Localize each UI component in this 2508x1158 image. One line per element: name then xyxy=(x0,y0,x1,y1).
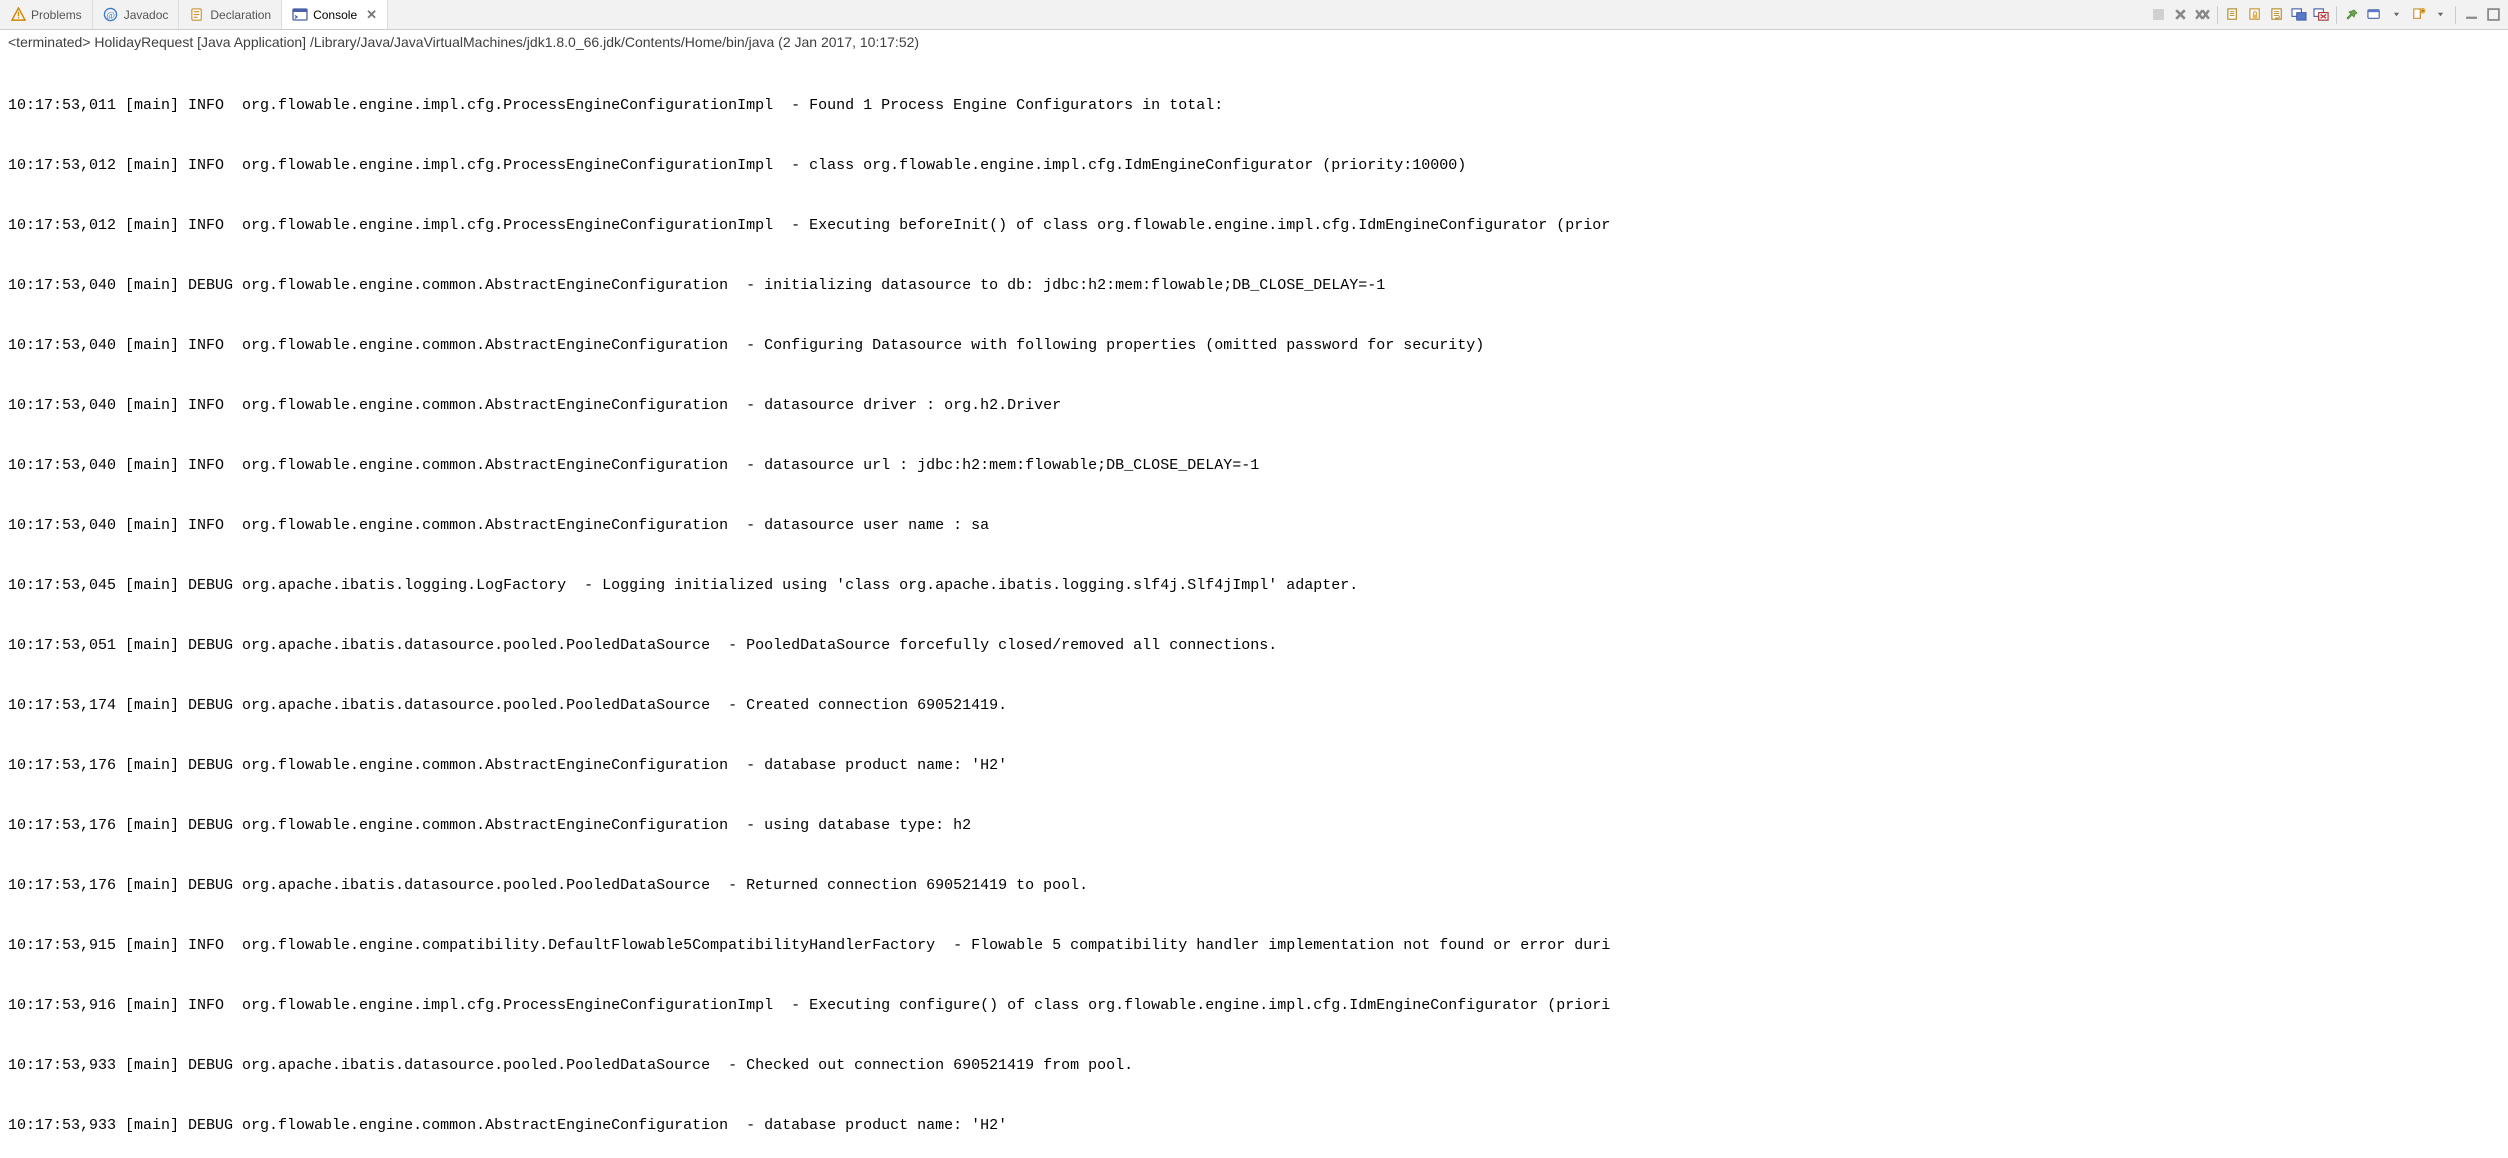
show-on-output-button[interactable] xyxy=(2290,6,2308,24)
log-line: 10:17:53,012 [main] INFO org.flowable.en… xyxy=(8,156,2500,176)
tab-problems[interactable]: Problems xyxy=(0,0,93,29)
log-line: 10:17:53,916 [main] INFO org.flowable.en… xyxy=(8,996,2500,1016)
tab-label: Javadoc xyxy=(124,8,169,22)
toolbar-separator xyxy=(2455,6,2456,24)
minimize-view-button[interactable] xyxy=(2462,6,2480,24)
log-line: 10:17:53,012 [main] INFO org.flowable.en… xyxy=(8,216,2500,236)
log-line: 10:17:53,933 [main] DEBUG org.apache.iba… xyxy=(8,1056,2500,1076)
console-output[interactable]: 10:17:53,011 [main] INFO org.flowable.en… xyxy=(0,54,2508,1158)
launch-status-line: <terminated> HolidayRequest [Java Applic… xyxy=(0,30,2508,54)
log-line: 10:17:53,176 [main] DEBUG org.flowable.e… xyxy=(8,756,2500,776)
maximize-view-button[interactable] xyxy=(2484,6,2502,24)
log-line: 10:17:53,011 [main] INFO org.flowable.en… xyxy=(8,96,2500,116)
log-line: 10:17:53,040 [main] INFO org.flowable.en… xyxy=(8,336,2500,356)
tab-javadoc[interactable]: @ Javadoc xyxy=(93,0,180,29)
svg-text:@: @ xyxy=(106,11,115,21)
log-line: 10:17:53,040 [main] DEBUG org.flowable.e… xyxy=(8,276,2500,296)
pin-console-button[interactable] xyxy=(2343,6,2361,24)
view-tab-bar: Problems @ Javadoc Declaration Console ✕ xyxy=(0,0,2508,30)
terminate-button[interactable] xyxy=(2149,6,2167,24)
tab-label: Problems xyxy=(31,8,82,22)
view-tabs: Problems @ Javadoc Declaration Console ✕ xyxy=(0,0,388,29)
remove-all-launches-button[interactable] xyxy=(2193,6,2211,24)
javadoc-icon: @ xyxy=(103,7,119,23)
console-toolbar xyxy=(2149,0,2502,29)
remove-launch-button[interactable] xyxy=(2171,6,2189,24)
toolbar-separator xyxy=(2336,6,2337,24)
display-console-dropdown[interactable] xyxy=(2387,6,2405,24)
word-wrap-button[interactable] xyxy=(2268,6,2286,24)
clear-console-button[interactable] xyxy=(2224,6,2242,24)
log-line: 10:17:53,176 [main] DEBUG org.apache.iba… xyxy=(8,876,2500,896)
tab-label: Declaration xyxy=(210,8,271,22)
tab-console[interactable]: Console ✕ xyxy=(282,0,388,29)
log-line: 10:17:53,176 [main] DEBUG org.flowable.e… xyxy=(8,816,2500,836)
open-console-button[interactable] xyxy=(2409,6,2427,24)
console-icon xyxy=(292,7,308,23)
log-line: 10:17:53,040 [main] INFO org.flowable.en… xyxy=(8,456,2500,476)
log-line: 10:17:53,040 [main] INFO org.flowable.en… xyxy=(8,516,2500,536)
declaration-icon xyxy=(189,7,205,23)
display-console-button[interactable] xyxy=(2365,6,2383,24)
log-line: 10:17:53,045 [main] DEBUG org.apache.iba… xyxy=(8,576,2500,596)
log-line: 10:17:53,040 [main] INFO org.flowable.en… xyxy=(8,396,2500,416)
show-on-error-button[interactable] xyxy=(2312,6,2330,24)
log-line: 10:17:53,915 [main] INFO org.flowable.en… xyxy=(8,936,2500,956)
problems-icon xyxy=(10,7,26,23)
log-line: 10:17:53,174 [main] DEBUG org.apache.iba… xyxy=(8,696,2500,716)
tab-declaration[interactable]: Declaration xyxy=(179,0,282,29)
scroll-lock-button[interactable] xyxy=(2246,6,2264,24)
log-line: 10:17:53,051 [main] DEBUG org.apache.iba… xyxy=(8,636,2500,656)
close-icon[interactable]: ✕ xyxy=(366,8,377,21)
toolbar-separator xyxy=(2217,6,2218,24)
tab-label: Console xyxy=(313,8,357,22)
open-console-dropdown[interactable] xyxy=(2431,6,2449,24)
log-line: 10:17:53,933 [main] DEBUG org.flowable.e… xyxy=(8,1116,2500,1136)
